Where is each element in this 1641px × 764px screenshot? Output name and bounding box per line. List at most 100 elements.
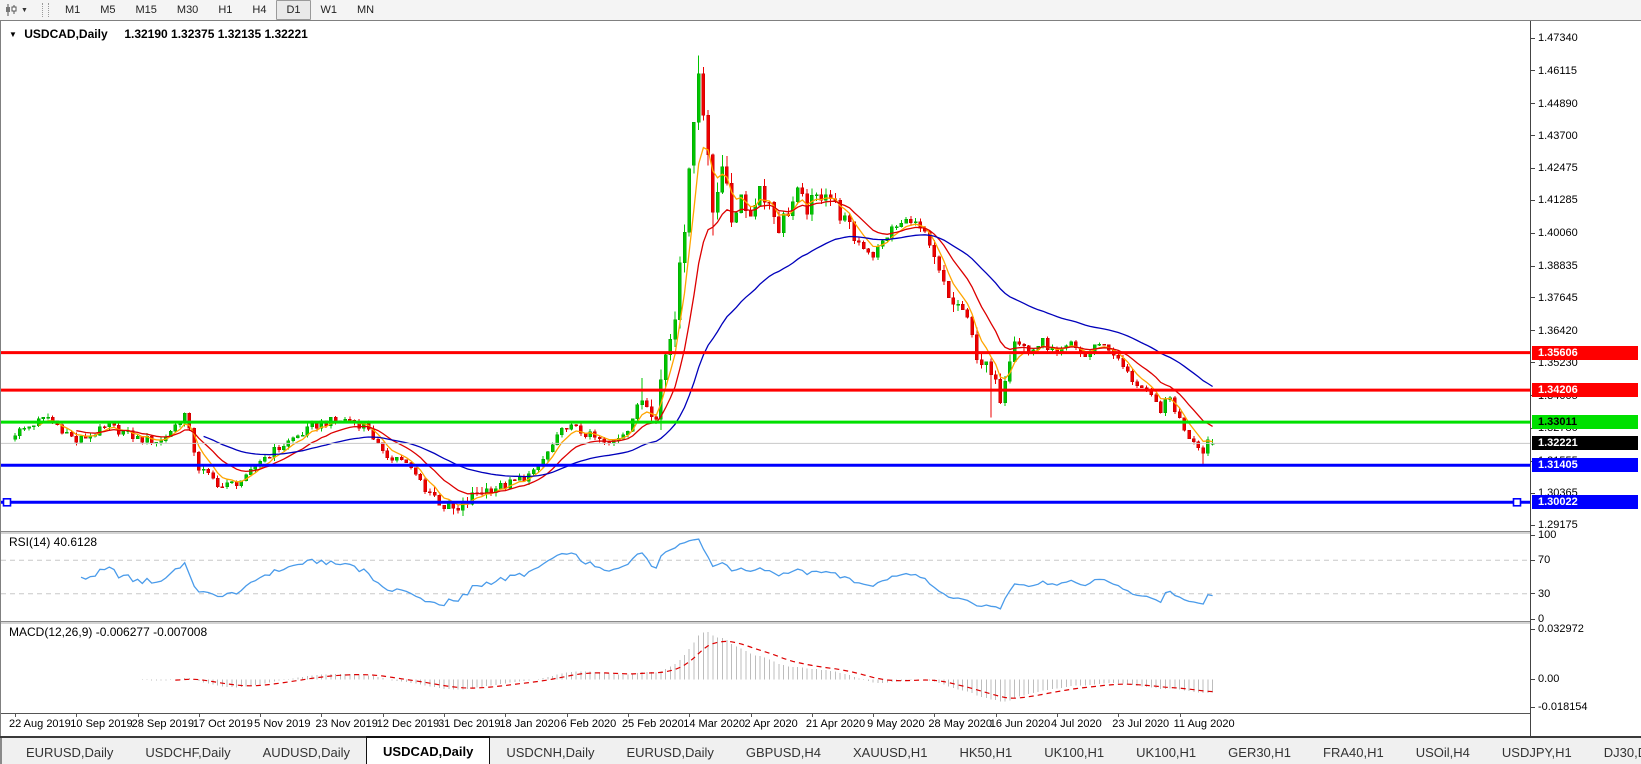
time-axis-tick: 28 May 2020 xyxy=(928,718,993,730)
time-axis-tick: 11 Aug 2020 xyxy=(1173,718,1235,730)
tabbar-grip[interactable] xyxy=(0,738,2,764)
time-axis-tick: 6 Feb 2020 xyxy=(560,718,617,730)
chart-tab-uk100-h1[interactable]: UK100,H1 xyxy=(1120,738,1212,764)
time-axis-tick: 14 Mar 2020 xyxy=(683,718,745,730)
axis-tick-mark xyxy=(1531,362,1535,364)
candlestick-tool-icon xyxy=(6,4,17,16)
chart-tab-fra40-h1[interactable]: FRA40,H1 xyxy=(1307,738,1400,764)
price-level-badge: 1.35606 xyxy=(1532,345,1638,360)
time-axis-tick-mark xyxy=(873,714,875,717)
macd-axis-tick: 0.032972 xyxy=(1538,623,1584,635)
chevron-down-icon: ▼ xyxy=(21,6,28,14)
chart-tab-bar: EURUSD,Daily USDCHF,Daily AUDUSD,Daily USDC… xyxy=(0,736,1641,764)
time-axis-tick: 25 Feb 2020 xyxy=(621,718,684,730)
chart-tab-usdcad-daily[interactable]: USDCAD,Daily xyxy=(366,736,491,764)
time-axis-tick-mark xyxy=(1057,714,1058,717)
chart-tab-uk100-h1[interactable]: UK100,H1 xyxy=(1028,738,1120,764)
price-level-badge: 1.31405 xyxy=(1532,458,1638,473)
rsi-label: RSI(14) 40.6128 xyxy=(9,535,98,549)
price-axis[interactable]: 1.47340 1.46115 1.44890 1.43700 1.42475 1.412… xyxy=(1530,21,1641,736)
time-axis-tick-mark xyxy=(444,714,446,717)
timeframe-button-w1[interactable]: W1 xyxy=(311,0,348,20)
chart-tab-audusd-daily[interactable]: AUDUSD,Daily xyxy=(247,738,366,764)
time-axis-tick: 31 Dec 2019 xyxy=(438,718,501,730)
axis-tick-mark xyxy=(1531,199,1535,201)
axis-tick-mark xyxy=(1531,265,1535,267)
chart-tab-gbpusd-h4[interactable]: GBPUSD,H4 xyxy=(730,738,837,764)
macd-pane[interactable] xyxy=(1,623,1530,711)
chart-tools-icon[interactable]: ▼ xyxy=(0,0,36,20)
price-level-badge: 1.30022 xyxy=(1532,495,1638,510)
time-axis[interactable]: 22 Aug 2019 10 Sep 2019 28 Sep 2019 17 Oct … xyxy=(1,713,1530,737)
time-axis-tick: 9 May 2020 xyxy=(867,718,925,730)
rsi-axis-tick: 70 xyxy=(1538,554,1551,567)
toolbar-grip[interactable] xyxy=(41,3,49,17)
time-axis-tick-mark xyxy=(566,714,568,717)
time-axis-tick-mark xyxy=(382,714,384,717)
time-axis-tick: 16 Jun 2020 xyxy=(989,718,1051,730)
time-axis-tick: 12 Dec 2019 xyxy=(376,718,440,730)
pane-separator[interactable] xyxy=(1,531,1640,534)
price-axis-tick: 1.37645 xyxy=(1538,291,1578,304)
chart-tab-xauusd-h1[interactable]: XAUUSD,H1 xyxy=(837,738,943,764)
pane-separator[interactable] xyxy=(1,621,1640,624)
time-axis-tick-mark xyxy=(627,714,629,717)
axis-tick-mark xyxy=(1531,492,1535,494)
chart-symbol-label: USDCAD,Daily xyxy=(24,27,108,41)
rsi-pane[interactable] xyxy=(1,533,1530,621)
timeframe-button-m5[interactable]: M5 xyxy=(90,0,125,20)
chart-title: ▼ USDCAD,Daily 1.32190 1.32375 1.32135 1… xyxy=(9,27,308,41)
rsi-axis-tick: 100 xyxy=(1538,529,1557,541)
chart-tab-usdjpy-h1[interactable]: USDJPY,H1 xyxy=(1486,738,1588,764)
axis-tick-mark xyxy=(1531,706,1535,708)
mt4-window: ▼ M1 M5 M15 M30 H1 H4 D1 W1 MN ▼ USDCAD,Daily 1.… xyxy=(0,0,1641,764)
chart-tab-hk50-h1[interactable]: HK50,H1 xyxy=(943,738,1028,764)
timeframe-button-m30[interactable]: M30 xyxy=(167,0,208,20)
time-axis-tick: 18 Jan 2020 xyxy=(499,718,560,730)
price-axis-tick: 1.38835 xyxy=(1538,260,1578,273)
axis-tick-mark xyxy=(1531,103,1535,105)
axis-tick-mark xyxy=(1531,628,1535,630)
axis-tick-mark xyxy=(1531,297,1535,299)
axis-tick-mark xyxy=(1531,70,1535,72)
price-chart-pane[interactable] xyxy=(1,23,1530,533)
time-axis-tick-mark xyxy=(76,714,78,717)
hline-handle xyxy=(1512,497,1522,507)
chart-tab-eurusd-daily[interactable]: EURUSD,Daily xyxy=(610,738,729,764)
chart-plot-area: ▼ USDCAD,Daily 1.32190 1.32375 1.32135 1… xyxy=(1,21,1530,736)
timeframe-button-h1[interactable]: H1 xyxy=(208,0,242,20)
time-axis-tick: 21 Apr 2020 xyxy=(805,718,866,730)
bid-price-badge: 1.32221 xyxy=(1532,436,1638,451)
timeframe-button-h4[interactable]: H4 xyxy=(242,0,276,20)
time-axis-tick: 2 Apr 2020 xyxy=(744,718,798,730)
price-axis-tick: 1.47340 xyxy=(1538,32,1578,44)
time-axis-tick-mark xyxy=(811,714,813,717)
price-axis-tick: 1.40060 xyxy=(1538,227,1578,240)
chart-tab-usdchf-daily[interactable]: USDCHF,Daily xyxy=(129,738,246,764)
time-axis-tick: 10 Sep 2019 xyxy=(70,718,133,730)
timeframe-button-d1[interactable]: D1 xyxy=(276,0,311,20)
chart-tab-dj30-daily[interactable]: DJ30,Daily xyxy=(1588,738,1641,764)
chart-tab-eurusd-daily[interactable]: EURUSD,Daily xyxy=(10,738,129,764)
price-axis-tick: 1.36420 xyxy=(1538,324,1578,337)
chart-tab-usdcnh-daily[interactable]: USDCNH,Daily xyxy=(490,738,610,764)
time-axis-tick-mark xyxy=(198,714,200,717)
time-axis-tick-mark xyxy=(1179,714,1181,717)
time-axis-tick-mark xyxy=(750,714,752,717)
timeframe-button-mn[interactable]: MN xyxy=(347,0,384,20)
time-axis-tick-mark xyxy=(137,714,139,717)
macd-label: MACD(12,26,9) -0.006277 -0.007008 xyxy=(9,625,208,639)
axis-tick-mark xyxy=(1531,593,1535,595)
axis-tick-mark xyxy=(1531,330,1535,332)
time-axis-tick: 22 Aug 2019 xyxy=(9,718,71,730)
axis-tick-mark xyxy=(1531,559,1535,561)
time-axis-tick-mark xyxy=(689,714,691,717)
chart-tab-usoil-h4[interactable]: USOil,H4 xyxy=(1400,738,1486,764)
timeframe-button-m15[interactable]: M15 xyxy=(126,0,167,20)
price-axis-tick: 1.42475 xyxy=(1538,162,1578,175)
time-axis-tick: 28 Sep 2019 xyxy=(131,718,194,730)
symbol-dropdown-icon[interactable]: ▼ xyxy=(9,30,17,39)
time-axis-tick-mark xyxy=(1118,714,1120,717)
chart-tab-ger30-h1[interactable]: GER30,H1 xyxy=(1212,738,1307,764)
timeframe-button-m1[interactable]: M1 xyxy=(55,0,90,20)
